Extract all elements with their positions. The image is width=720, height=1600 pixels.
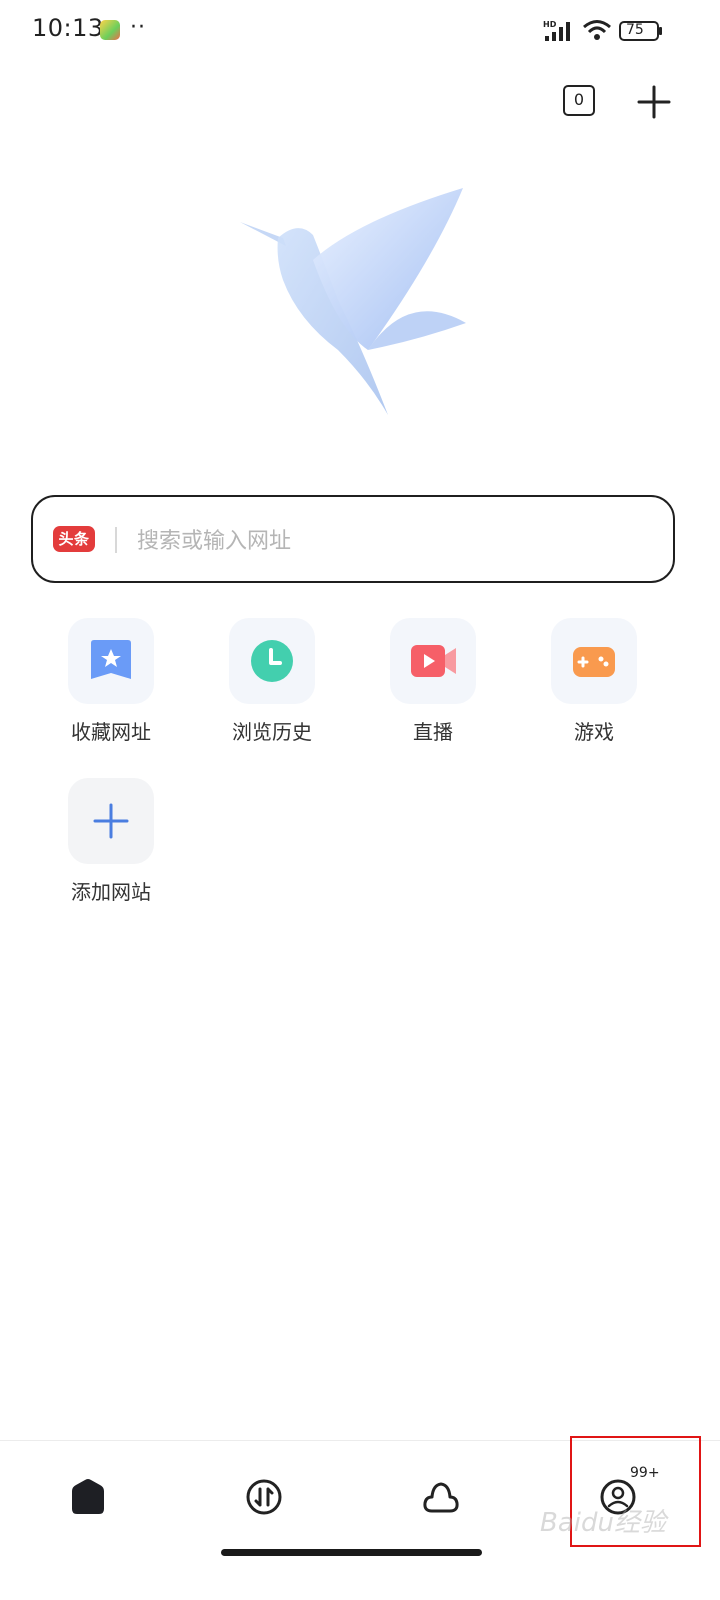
shortcut-live[interactable]: 直播 <box>368 618 498 758</box>
battery-level: 75 <box>626 22 644 38</box>
nav-home[interactable] <box>58 1467 118 1527</box>
clock-icon <box>251 640 293 682</box>
baidu-jingyan-watermark: Baidu经验 <box>540 1508 666 1538</box>
shortcut-label: 添加网站 <box>71 880 151 904</box>
shortcut-history[interactable]: 浏览历史 <box>207 618 337 758</box>
tab-switcher-button[interactable]: 0 <box>563 85 595 116</box>
search-input[interactable]: 搜索或输入网址 <box>137 523 291 555</box>
transfer-icon <box>246 1479 282 1515</box>
shortcut-tile[interactable] <box>551 618 637 704</box>
shortcut-tile[interactable] <box>229 618 315 704</box>
shortcut-label: 收藏网址 <box>71 720 151 744</box>
nav-cloud[interactable] <box>411 1467 471 1527</box>
tab-count-label: 0 <box>573 90 585 109</box>
nav-transfer[interactable] <box>234 1467 294 1527</box>
notification-app-icon <box>100 20 120 40</box>
home-icon <box>72 1479 104 1514</box>
new-tab-plus-icon[interactable] <box>636 84 672 120</box>
status-bar: 10:13 ·· HD 75 <box>0 0 720 62</box>
bookmark-star-icon <box>91 640 131 679</box>
shortcut-label: 游戏 <box>574 720 614 744</box>
search-divider <box>115 527 117 553</box>
shortcut-tile[interactable] <box>68 778 154 864</box>
status-time: 10:13 <box>32 14 104 42</box>
battery-indicator: 75 <box>619 21 663 41</box>
plus-icon <box>93 803 129 839</box>
shortcut-tile[interactable] <box>390 618 476 704</box>
shortcut-tile[interactable] <box>68 618 154 704</box>
search-engine-toutiao-badge[interactable]: 头条 <box>53 526 95 552</box>
shortcut-add-website[interactable]: 添加网站 <box>46 778 176 918</box>
shortcut-games[interactable]: 游戏 <box>529 618 659 758</box>
shortcut-bookmarks[interactable]: 收藏网址 <box>46 618 176 758</box>
cellular-signal-icon: HD <box>543 20 570 41</box>
search-bar[interactable]: 头条 搜索或输入网址 <box>31 495 675 583</box>
shortcut-label: 浏览历史 <box>232 720 312 744</box>
network-hd-label: HD <box>543 20 557 29</box>
wifi-icon <box>583 20 611 40</box>
home-indicator-bar[interactable] <box>221 1549 482 1556</box>
browser-logo-bird-icon <box>240 188 466 415</box>
more-notifications-indicator: ·· <box>130 15 146 40</box>
gamepad-icon <box>573 647 615 677</box>
video-camera-icon <box>411 645 456 677</box>
shortcut-label: 直播 <box>413 720 453 744</box>
cloud-icon <box>423 1482 459 1513</box>
